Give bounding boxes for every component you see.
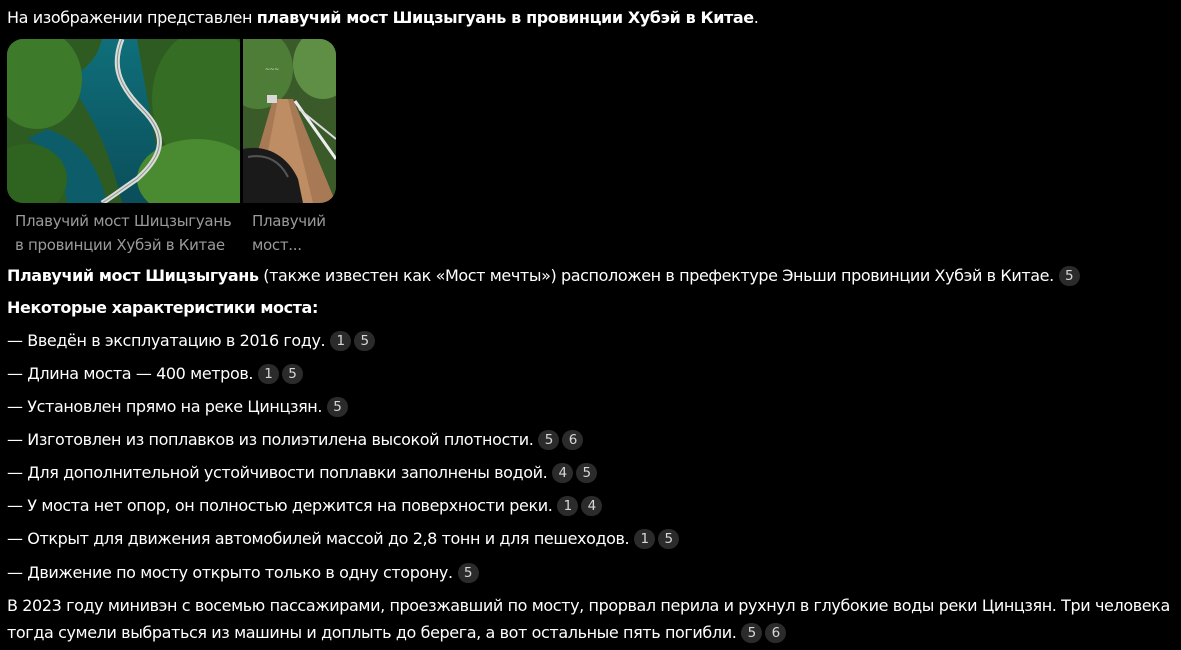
summary-line: Плавучий мост Шицзыгуань (также известен… (7, 264, 1080, 288)
item-refs: 56 (538, 428, 584, 452)
list-dash: — (7, 331, 23, 350)
reference-badge[interactable]: 1 (557, 496, 579, 516)
item-refs: 15 (258, 362, 304, 386)
reference-badge[interactable]: 1 (634, 529, 656, 549)
item-refs: 15 (634, 527, 680, 551)
reference-badge[interactable]: 4 (581, 496, 603, 516)
reference-badge[interactable]: 5 (282, 364, 304, 384)
bridge-car-image: ~~~ (243, 39, 336, 203)
list-item-text: Длина моста — 400 метров. (27, 364, 254, 383)
reference-badge[interactable]: 6 (765, 623, 787, 643)
reference-badge[interactable]: 5 (741, 623, 763, 643)
reference-badge[interactable]: 5 (1058, 266, 1080, 286)
intro-suffix: . (753, 8, 759, 27)
reference-badge[interactable]: 5 (354, 331, 376, 351)
list-item: — У моста нет опор, он полностью держитс… (7, 494, 603, 518)
gallery-caption-2[interactable]: Плавучий мост... (252, 209, 336, 257)
list-item-text: Изготовлен из поплавков из полиэтилена в… (27, 430, 534, 449)
item-refs: 5 (457, 561, 479, 585)
list-item: — Для дополнительной устойчивости поплав… (7, 461, 598, 485)
list-item: — Длина моста — 400 метров. 1 5 (7, 362, 304, 386)
bridge-car-thumbnail[interactable]: ~~~ (243, 39, 336, 203)
reference-badge[interactable]: 5 (327, 397, 349, 417)
incident-refs: 56 (741, 619, 787, 646)
intro-bold: плавучий мост Шицзыгуань в провинции Хуб… (256, 8, 754, 27)
list-dash: — (7, 364, 23, 383)
list-dash: — (7, 529, 23, 548)
item-refs: 14 (557, 494, 603, 518)
reference-badge[interactable]: 5 (658, 529, 680, 549)
reference-badge[interactable]: 5 (576, 463, 598, 483)
bridge-aerial-image (7, 39, 240, 203)
list-item-text: Установлен прямо на реке Цинцзян. (27, 397, 323, 416)
list-item-text: У моста нет опор, он полностью держится … (27, 496, 553, 515)
reference-badge[interactable]: 5 (457, 563, 479, 583)
features-heading-text: Некоторые характеристики моста: (7, 298, 318, 317)
list-item: — Движение по мосту открыто только в одн… (7, 561, 479, 585)
svg-text:~~~: ~~~ (265, 66, 279, 73)
summary-bold: Плавучий мост Шицзыгуань (7, 266, 259, 285)
list-item-text: Открыт для движения автомобилей массой д… (27, 529, 630, 548)
answer-panel: На изображении представлен плавучий мост… (0, 0, 1181, 650)
bridge-photo-thumbnail[interactable] (7, 39, 240, 203)
summary-refs: 5 (1058, 264, 1080, 288)
list-item: — Открыт для движения автомобилей массой… (7, 527, 680, 551)
list-item: — Введён в эксплуатацию в 2016 году. 1 5 (7, 329, 376, 353)
intro-prefix: На изображении представлен (7, 8, 257, 27)
list-item-text: Движение по мосту открыто только в одну … (27, 563, 453, 582)
list-dash: — (7, 496, 23, 515)
item-refs: 5 (327, 395, 349, 419)
reference-badge[interactable]: 4 (552, 463, 574, 483)
list-dash: — (7, 397, 23, 416)
incident-paragraph: В 2023 году минивэн с восемью пассажирам… (7, 592, 1179, 646)
features-heading: Некоторые характеристики моста: (7, 296, 318, 320)
list-item-text: Для дополнительной устойчивости поплавки… (27, 463, 548, 482)
reference-badge[interactable]: 6 (562, 430, 584, 450)
list-dash: — (7, 563, 23, 582)
list-item: — Установлен прямо на реке Цинцзян. 5 (7, 395, 349, 419)
list-item: — Изготовлен из поплавков из полиэтилена… (7, 428, 584, 452)
reference-badge[interactable]: 5 (538, 430, 560, 450)
item-refs: 45 (552, 461, 598, 485)
reference-badge[interactable]: 1 (258, 364, 280, 384)
incident-text: В 2023 году минивэн с восемью пассажирам… (7, 596, 1170, 642)
image-gallery: ~~~ Плавучий мост Шицзыгуань в провинции… (7, 39, 347, 259)
list-dash: — (7, 430, 23, 449)
reference-badge[interactable]: 1 (330, 331, 352, 351)
list-dash: — (7, 463, 23, 482)
gallery-caption-1[interactable]: Плавучий мост Шицзыгуань в провинции Хуб… (15, 209, 237, 257)
intro-line: На изображении представлен плавучий мост… (7, 6, 759, 30)
list-item-text: Введён в эксплуатацию в 2016 году. (27, 331, 326, 350)
item-refs: 15 (330, 329, 376, 353)
summary-text: (также известен как «Мост мечты») распол… (258, 266, 1054, 285)
